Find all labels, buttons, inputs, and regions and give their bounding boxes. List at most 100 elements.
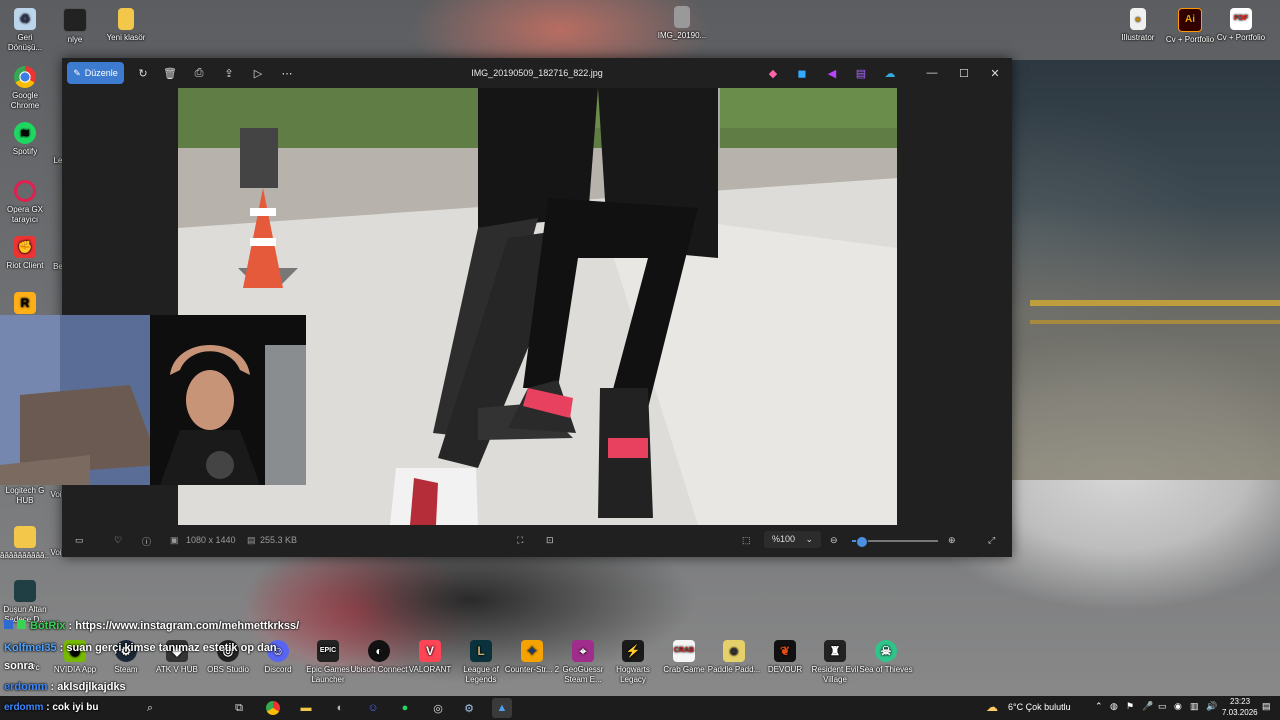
fullscreen-icon[interactable]: ⤢ [988, 535, 995, 546]
desktop-icon-cv-pdf[interactable]: PDF Cv + Portfolio [1211, 8, 1271, 43]
file-icon: ● [1130, 8, 1146, 30]
weather-icon[interactable]: ☁ [986, 700, 998, 714]
epic-icon: EPIC [317, 640, 339, 662]
tray-app-icon[interactable]: ◍ [1110, 701, 1118, 712]
chat-message: BotRix : https://www.instagram.com/mehme… [4, 620, 299, 632]
game-icon [14, 580, 36, 602]
desktop-icon-recycle-bin[interactable]: ♲ Geri Dönüşü... [0, 8, 50, 53]
chrome-icon [14, 66, 36, 88]
chat-message: sonra [4, 660, 34, 672]
photos-titlebar[interactable]: ✎ Düzenle ↻ 🗑 ⎙ ⇪ ▷ ⋯ IMG_20190509_18271… [62, 58, 1012, 88]
search-icon[interactable]: ⌕ [140, 698, 160, 718]
photos-statusbar: ▭ ♡ ⓘ ▣ 1080 x 1440 ▤ 255.3 KB ⛶ ⊡ ⬚ %10… [62, 529, 1012, 553]
onedrive-icon[interactable]: ☁ [882, 64, 898, 82]
wallpaper-background-scene [1012, 60, 1280, 480]
favorite-icon[interactable]: ♡ [114, 535, 122, 546]
desktop-icon-riot-client[interactable]: ✊ Riot Client [0, 236, 50, 271]
crab-icon: CRAB [673, 640, 695, 662]
wallpaper-railing [1030, 300, 1280, 396]
zoom-slider-thumb[interactable] [855, 536, 868, 548]
designer-icon[interactable]: ◼ [794, 64, 810, 82]
clock-date[interactable]: 7.03.2026 [1222, 708, 1258, 717]
fit-screen-icon[interactable]: ⬚ [742, 535, 751, 546]
image-icon [674, 6, 690, 28]
taskbar-steam-icon[interactable]: ⚙ [459, 698, 479, 718]
taskbar-obs-icon[interactable]: ◎ [428, 698, 448, 718]
chat-badge-icon [4, 620, 13, 629]
dimensions-icon: ▣ [170, 535, 179, 545]
zoom-slider[interactable] [852, 536, 938, 548]
taskbar-discord-icon[interactable]: ☺ [363, 698, 383, 718]
chat-message: Kolfmei35 : suan gerçi kimse tanımaz est… [4, 642, 277, 654]
wallpaper-railing-lower [1030, 320, 1280, 334]
desktop-icon-spotify[interactable]: ≋ Spotify [0, 122, 50, 157]
desktop-icon-chrome[interactable]: Google Chrome [0, 66, 50, 111]
tray-app-icon[interactable]: ◉ [1174, 701, 1182, 712]
weather-text[interactable]: 6°C Çok bulutlu [1008, 702, 1071, 712]
window-title: IMG_20190509_182716_822.jpg [471, 68, 603, 78]
desktop-icon-folder-a[interactable]: ââââââââââ... [0, 526, 50, 561]
clock-time[interactable]: 23:23 [1230, 697, 1250, 706]
webcam-overlay [0, 315, 306, 485]
desktop-icon-rockstar[interactable]: R [0, 292, 50, 317]
desktop-icon-illustrator[interactable]: ● Illustrator [1108, 8, 1168, 43]
network-icon[interactable]: ▥ [1190, 701, 1199, 712]
recycle-bin-icon: ♲ [14, 8, 36, 30]
filmstrip-icon[interactable]: ▭ [75, 535, 84, 546]
clipchamp-icon[interactable]: ◀ [824, 64, 840, 82]
notification-icon[interactable]: ▤ [1262, 701, 1271, 712]
taskbar-app-icon[interactable]: ◐ [330, 698, 350, 718]
desktop-icon-sot[interactable]: ☠ Sea of Thieves [856, 640, 916, 675]
apps-icon[interactable]: ▤ [853, 64, 869, 82]
fit-to-window-icon[interactable]: ⛶ [517, 535, 523, 546]
copilot-icon[interactable]: ◆ [765, 64, 781, 82]
desktop-icon-logitech[interactable]: Logitech G HUB [0, 486, 50, 506]
desktop-icon-img[interactable]: IMG_20190... [652, 6, 712, 41]
rockstar-icon: R [14, 292, 36, 314]
actual-size-icon[interactable]: ⊡ [546, 535, 554, 546]
chat-badge-icon [17, 620, 26, 629]
lol-icon: L [470, 640, 492, 662]
folder-icon [14, 526, 36, 548]
chevron-down-icon: ⌄ [805, 534, 814, 544]
zoom-in-icon[interactable]: ⊕ [948, 535, 956, 546]
file-icon [63, 8, 87, 32]
system-tray: ☁ 6°C Çok bulutlu ⌃ ◍ ⚑ 🎤 ▭ ◉ ▥ 🔊 23:23 … [980, 696, 1280, 720]
re-icon: ♜ [824, 640, 846, 662]
taskbar-spotify-icon[interactable]: ● [395, 698, 415, 718]
riot-client-icon: ✊ [14, 236, 36, 258]
folder-icon [118, 8, 134, 30]
filesize-icon: ▤ [247, 535, 256, 545]
desktop-icon-opera-gx[interactable]: Opera GX tarayıcı [0, 180, 50, 225]
ubisoft-icon: ◐ [368, 640, 390, 662]
microphone-icon[interactable]: 🎤 [1142, 701, 1153, 712]
webcam-illustration [0, 315, 306, 485]
desktop-icon-game[interactable]: Duşun Altan Sadece D... [0, 580, 50, 625]
show-hidden-icons-icon[interactable]: ⌃ [1095, 701, 1103, 712]
illustrator-icon: Ai [1178, 8, 1202, 32]
image-filesize: 255.3 KB [260, 535, 298, 545]
pdf-icon: PDF [1230, 8, 1252, 30]
zoom-select[interactable]: %100 ⌄ [764, 531, 822, 548]
file-explorer-icon[interactable]: ▬ [296, 698, 316, 718]
hogwarts-icon: ⚡ [622, 640, 644, 662]
paddle-icon: ☻ [723, 640, 745, 662]
devour-icon: ❦ [774, 640, 796, 662]
cs2-icon: ✦ [521, 640, 543, 662]
desktop-icon-yeni-klasor[interactable]: Yeni klasör [96, 8, 156, 43]
tray-app-icon[interactable]: ▭ [1158, 701, 1167, 712]
volume-icon[interactable]: 🔊 [1206, 701, 1217, 712]
taskbar-chrome-icon[interactable] [263, 698, 283, 718]
task-view-icon[interactable]: ⧉ [229, 698, 249, 718]
maximize-icon[interactable]: ☐ [954, 64, 974, 82]
info-icon[interactable]: ⓘ [142, 535, 151, 548]
taskbar-photos-icon[interactable]: ▲ [492, 698, 512, 718]
sot-icon: ☠ [875, 640, 897, 662]
geoguessr-icon: ⌖ [572, 640, 594, 662]
image-dimensions: 1080 x 1440 [186, 535, 236, 545]
spotify-icon: ≋ [14, 122, 36, 144]
close-icon[interactable]: ✕ [985, 64, 1005, 82]
minimize-icon[interactable]: — [922, 64, 942, 82]
zoom-out-icon[interactable]: ⊖ [830, 535, 838, 546]
tray-app-icon[interactable]: ⚑ [1126, 701, 1134, 712]
